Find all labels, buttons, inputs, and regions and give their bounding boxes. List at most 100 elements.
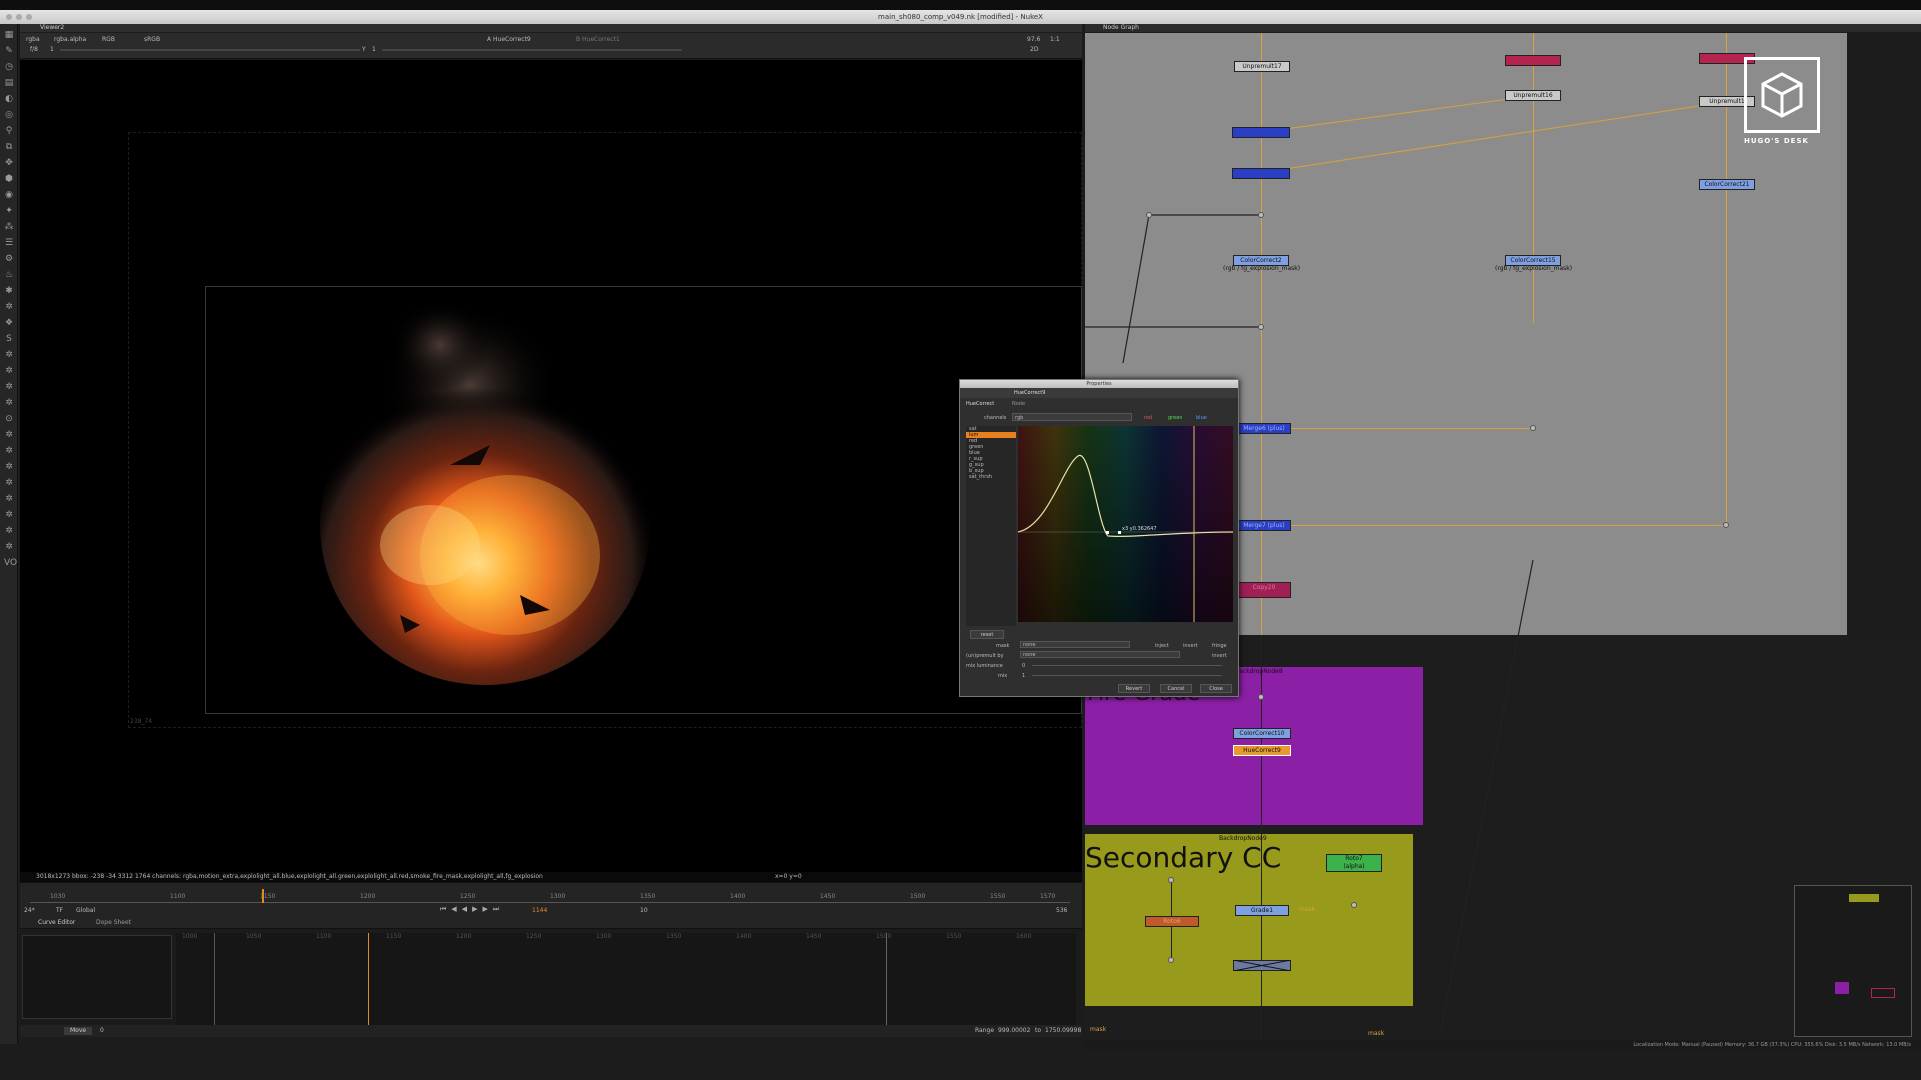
cancel-button[interactable]: Cancel bbox=[1160, 684, 1192, 693]
node-grade1[interactable]: Grade1 bbox=[1235, 905, 1289, 916]
node-unpremult17[interactable]: Unpremult17 bbox=[1234, 61, 1290, 72]
close-button[interactable]: Close bbox=[1200, 684, 1232, 693]
playback-controls[interactable]: ⏮◀◀▶▶⏭ bbox=[440, 905, 690, 915]
display-dropdown[interactable]: RGB bbox=[102, 36, 115, 44]
mix-luminance-slider[interactable] bbox=[1032, 665, 1222, 666]
node-graph-tab[interactable]: Node Graph bbox=[1103, 24, 1139, 32]
plugin-n-icon[interactable]: ✲ bbox=[4, 510, 14, 520]
playhead[interactable] bbox=[262, 889, 264, 903]
mode-value[interactable]: 0 bbox=[100, 1027, 104, 1035]
plugin-d-icon[interactable]: ✲ bbox=[4, 350, 14, 360]
node-name-field[interactable]: HueCorrect9 bbox=[1014, 389, 1045, 397]
properties-panel[interactable]: Properties HueCorrect9 HueCorrect Node c… bbox=[959, 379, 1239, 697]
mix-luminance-field[interactable]: 0 bbox=[1022, 662, 1025, 670]
fringe-checkbox[interactable]: fringe bbox=[1212, 642, 1227, 650]
plugin-p-icon[interactable]: ✲ bbox=[4, 542, 14, 552]
range-start-field[interactable]: 999.00002 bbox=[998, 1027, 1030, 1035]
gamma-slider[interactable] bbox=[382, 49, 682, 51]
draw-tools-icon[interactable]: ✎ bbox=[4, 46, 14, 56]
close-window-button[interactable] bbox=[6, 14, 12, 20]
invert-unpremult-checkbox[interactable]: invert bbox=[1212, 652, 1227, 660]
node-dot[interactable] bbox=[1258, 324, 1264, 330]
view-mode-dropdown[interactable]: 2D bbox=[1030, 46, 1038, 54]
node-dot[interactable] bbox=[1168, 957, 1174, 963]
invert-checkbox[interactable]: invert bbox=[1183, 642, 1198, 650]
tab-curve-editor[interactable]: Curve Editor bbox=[38, 919, 75, 927]
input-b-dropdown[interactable]: B HueCorrect1 bbox=[576, 36, 620, 44]
node-graph-navigator[interactable] bbox=[1794, 885, 1912, 1037]
unpremult-dropdown[interactable]: none bbox=[1020, 651, 1180, 658]
mask-dropdown[interactable]: none bbox=[1020, 641, 1130, 648]
metadata-tools-icon[interactable]: ✦ bbox=[4, 206, 14, 216]
viewer-canvas[interactable]: 238_74 bbox=[20, 60, 1082, 872]
plugin-c-icon[interactable]: S bbox=[4, 334, 14, 344]
node-dot[interactable] bbox=[1351, 902, 1357, 908]
mode-button[interactable]: Move bbox=[64, 1027, 93, 1035]
node-red-top[interactable] bbox=[1505, 55, 1561, 66]
zoom-window-button[interactable] bbox=[26, 14, 32, 20]
tf-dropdown[interactable]: TF bbox=[56, 907, 63, 915]
plugin-m-icon[interactable]: ✲ bbox=[4, 494, 14, 504]
curve-list[interactable]: sat lum red green blue r_sup g_sup b_sup… bbox=[966, 426, 1016, 626]
frame-field[interactable]: f/8 bbox=[30, 46, 38, 54]
node-dot[interactable] bbox=[1168, 877, 1174, 883]
mix-field[interactable]: 1 bbox=[1022, 672, 1025, 680]
red-checkbox[interactable]: red bbox=[1144, 414, 1152, 422]
plugin-g-icon[interactable]: ✲ bbox=[4, 398, 14, 408]
plugin-a-icon[interactable]: ✲ bbox=[4, 302, 14, 312]
node-dot[interactable] bbox=[1258, 212, 1264, 218]
hue-curve-graph[interactable]: x3 y0.362647 bbox=[1018, 426, 1233, 622]
furnace-tools-icon[interactable]: ♨ bbox=[4, 270, 14, 280]
plugin-o-icon[interactable]: ✲ bbox=[4, 526, 14, 536]
minimize-window-button[interactable] bbox=[16, 14, 22, 20]
node-dot[interactable] bbox=[1146, 212, 1152, 218]
properties-title-bar[interactable]: Properties bbox=[960, 380, 1238, 388]
revert-button[interactable]: Revert bbox=[1118, 684, 1150, 693]
views-tools-icon[interactable]: ◉ bbox=[4, 190, 14, 200]
node-unpremult16[interactable]: Unpremult16 bbox=[1505, 90, 1561, 101]
time-tools-icon[interactable]: ◷ bbox=[4, 62, 14, 72]
curve-item-sat-thrsh[interactable]: sat_thrsh bbox=[969, 474, 992, 480]
fps-field[interactable]: 24* bbox=[24, 907, 35, 915]
gain-field[interactable]: 1 bbox=[50, 46, 54, 54]
viewer-tab[interactable]: Viewer2 bbox=[40, 24, 64, 32]
gain-slider[interactable] bbox=[60, 49, 360, 51]
tab-dope-sheet[interactable]: Dope Sheet bbox=[96, 919, 131, 927]
gizmo-tools-icon[interactable]: ✱ bbox=[4, 286, 14, 296]
channels-dropdown[interactable]: rgb bbox=[1012, 413, 1132, 421]
backdrop-secondary-cc[interactable]: BackdropNode9 Secondary CC Roto6 Grade1 … bbox=[1085, 834, 1413, 1006]
tab-node[interactable]: Node bbox=[1012, 400, 1025, 408]
tab-huecorrect[interactable]: HueCorrect bbox=[966, 400, 994, 408]
scope-dropdown[interactable]: Global bbox=[76, 907, 95, 915]
node-merge-blue-1[interactable] bbox=[1232, 127, 1290, 138]
ratio-dropdown[interactable]: 1:1 bbox=[1050, 36, 1060, 44]
end-frame-field[interactable]: 536 bbox=[1056, 907, 1067, 915]
current-frame-field[interactable]: 1144 bbox=[532, 907, 547, 915]
merge-tools-icon[interactable]: ⧉ bbox=[4, 142, 14, 152]
image-tools-icon[interactable]: ▦ bbox=[4, 30, 14, 40]
transform-tools-icon[interactable]: ✥ bbox=[4, 158, 14, 168]
plugin-e-icon[interactable]: ✲ bbox=[4, 366, 14, 376]
3d-tools-icon[interactable]: ⬢ bbox=[4, 174, 14, 184]
other-tools-icon[interactable]: ⚙ bbox=[4, 254, 14, 264]
gamma-field[interactable]: 1 bbox=[372, 46, 376, 54]
channel-set-dropdown[interactable]: rgba bbox=[26, 36, 40, 44]
plugin-k-icon[interactable]: ✲ bbox=[4, 462, 14, 472]
node-colorcorrect21[interactable]: ColorCorrect21 bbox=[1699, 179, 1755, 190]
toolsets-icon[interactable]: ☰ bbox=[4, 238, 14, 248]
lut-dropdown[interactable]: sRGB bbox=[144, 36, 160, 44]
curve-tree[interactable] bbox=[22, 935, 172, 1019]
node-merge-blue-2[interactable] bbox=[1232, 168, 1290, 179]
plugin-l-icon[interactable]: ✲ bbox=[4, 478, 14, 488]
step-field[interactable]: 10 bbox=[640, 907, 648, 915]
node-roto6[interactable]: Roto6 bbox=[1145, 916, 1199, 927]
blue-checkbox[interactable]: blue bbox=[1196, 414, 1207, 422]
inject-checkbox[interactable]: inject bbox=[1155, 642, 1169, 650]
timeline-ruler[interactable]: 1030 1100 1150 1200 1250 1300 1350 1400 … bbox=[30, 889, 1070, 903]
curve-graph[interactable]: 1000 1050 1100 1150 1200 1250 1300 1350 … bbox=[176, 933, 1076, 1025]
plugin-b-icon[interactable]: ❖ bbox=[4, 318, 14, 328]
node-dot[interactable] bbox=[1530, 425, 1536, 431]
channel-tools-icon[interactable]: ▤ bbox=[4, 78, 14, 88]
alpha-channel-dropdown[interactable]: rgba.alpha bbox=[54, 36, 86, 44]
plugin-h-icon[interactable]: ⊙ bbox=[4, 414, 14, 424]
